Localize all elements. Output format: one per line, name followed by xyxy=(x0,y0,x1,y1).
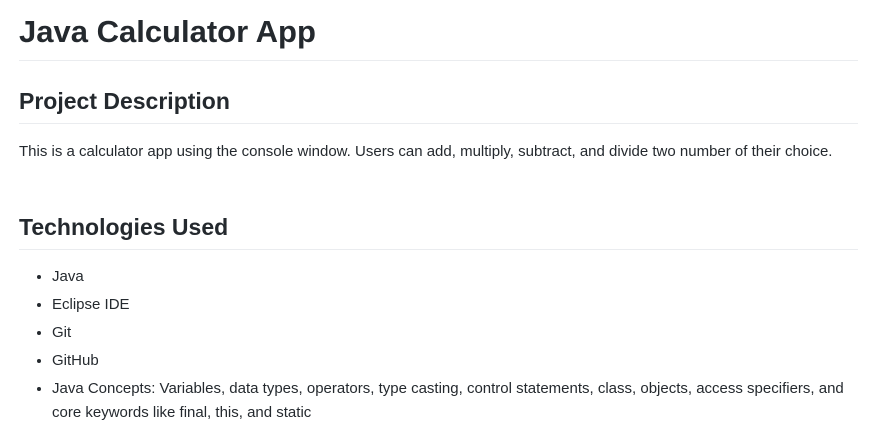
technologies-list: Java Eclipse IDE Git GitHub Java Concept… xyxy=(19,265,858,429)
list-item: Java Concepts: Variables, data types, op… xyxy=(52,377,858,425)
list-item: GitHub xyxy=(52,349,858,373)
technologies-heading: Technologies Used xyxy=(19,212,858,250)
project-description-text: This is a calculator app using the conso… xyxy=(19,143,833,160)
list-item: Git xyxy=(52,321,858,345)
project-description-heading: Project Description xyxy=(19,86,858,124)
page-title: Java Calculator App xyxy=(19,12,858,61)
list-item: Eclipse IDE xyxy=(52,293,858,317)
list-item: Java xyxy=(52,265,858,289)
